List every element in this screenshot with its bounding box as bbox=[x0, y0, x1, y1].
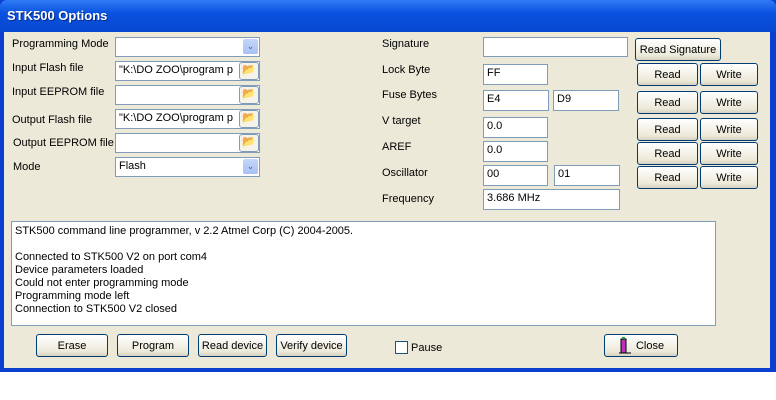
aref-label: AREF bbox=[382, 141, 412, 153]
log-line: Connected to STK500 V2 on port com4 bbox=[15, 251, 208, 263]
oscillator-label: Oscillator bbox=[382, 167, 428, 179]
oscillator-1-field[interactable]: 00 bbox=[483, 165, 548, 186]
input-flash-label: Input Flash file bbox=[12, 62, 84, 74]
log-line: Connection to STK500 V2 closed bbox=[15, 303, 178, 315]
door-exit-icon bbox=[618, 336, 631, 353]
output-flash-label: Output Flash file bbox=[12, 114, 93, 126]
folder-open-icon[interactable]: 📂 bbox=[239, 62, 259, 80]
lock-write-button[interactable]: Write bbox=[700, 63, 758, 86]
folder-open-icon[interactable]: 📂 bbox=[239, 110, 259, 128]
output-log[interactable]: STK500 command line programmer, v 2.2 At… bbox=[11, 221, 716, 326]
window-title: STK500 Options bbox=[7, 8, 108, 23]
lock-read-button[interactable]: Read bbox=[637, 63, 698, 86]
erase-button[interactable]: Erase bbox=[36, 334, 108, 357]
programming-mode-label: Programming Mode bbox=[12, 38, 109, 50]
v-target-field[interactable]: 0.0 bbox=[483, 117, 548, 138]
frequency-field[interactable]: 3.686 MHz bbox=[483, 189, 620, 210]
mode-label: Mode bbox=[13, 161, 41, 173]
aref-write-button[interactable]: Write bbox=[700, 142, 758, 165]
oscillator-write-button[interactable]: Write bbox=[700, 166, 758, 189]
fuse-bytes-label: Fuse Bytes bbox=[382, 89, 438, 101]
chevron-down-icon[interactable]: ⌄ bbox=[243, 159, 258, 174]
input-eeprom-label: Input EEPROM file bbox=[12, 86, 105, 98]
programming-mode-select[interactable]: ⌄ bbox=[115, 37, 260, 57]
signature-label: Signature bbox=[382, 38, 430, 50]
oscillator-read-button[interactable]: Read bbox=[637, 166, 698, 189]
folder-open-icon[interactable]: 📂 bbox=[239, 134, 259, 152]
title-bar[interactable]: STK500 Options bbox=[0, 0, 776, 32]
close-label: Close bbox=[635, 339, 665, 352]
pause-label[interactable]: Pause bbox=[411, 342, 442, 354]
aref-read-button[interactable]: Read bbox=[637, 142, 698, 165]
vtarget-write-button[interactable]: Write bbox=[700, 118, 758, 141]
chevron-down-icon[interactable]: ⌄ bbox=[243, 39, 258, 54]
log-line: STK500 command line programmer, v 2.2 At… bbox=[15, 225, 354, 237]
log-line: Programming mode left bbox=[15, 290, 130, 302]
fuse-write-button[interactable]: Write bbox=[700, 91, 758, 114]
fuse-read-button[interactable]: Read bbox=[637, 91, 698, 114]
close-button[interactable]: Close bbox=[604, 334, 678, 357]
read-device-button[interactable]: Read device bbox=[198, 334, 267, 357]
v-target-label: V target bbox=[382, 115, 421, 127]
lock-byte-field[interactable]: FF bbox=[483, 64, 548, 85]
read-signature-button[interactable]: Read Signature bbox=[635, 38, 721, 61]
program-button[interactable]: Program bbox=[117, 334, 189, 357]
fuse-byte-2-field[interactable]: D9 bbox=[553, 90, 619, 111]
verify-device-button[interactable]: Verify device bbox=[276, 334, 347, 357]
aref-field[interactable]: 0.0 bbox=[483, 141, 548, 162]
lock-byte-label: Lock Byte bbox=[382, 64, 431, 76]
mode-select[interactable]: Flash ⌄ bbox=[115, 157, 260, 177]
vtarget-read-button[interactable]: Read bbox=[637, 118, 698, 141]
folder-open-icon[interactable]: 📂 bbox=[239, 86, 259, 104]
oscillator-2-field[interactable]: 01 bbox=[554, 165, 620, 186]
pause-checkbox[interactable] bbox=[395, 341, 408, 354]
frequency-label: Frequency bbox=[382, 193, 434, 205]
log-line: Device parameters loaded bbox=[15, 264, 144, 276]
signature-field[interactable] bbox=[483, 37, 628, 57]
log-line: Could not enter programming mode bbox=[15, 277, 189, 289]
output-eeprom-label: Output EEPROM file bbox=[13, 137, 114, 149]
fuse-byte-1-field[interactable]: E4 bbox=[483, 90, 549, 111]
